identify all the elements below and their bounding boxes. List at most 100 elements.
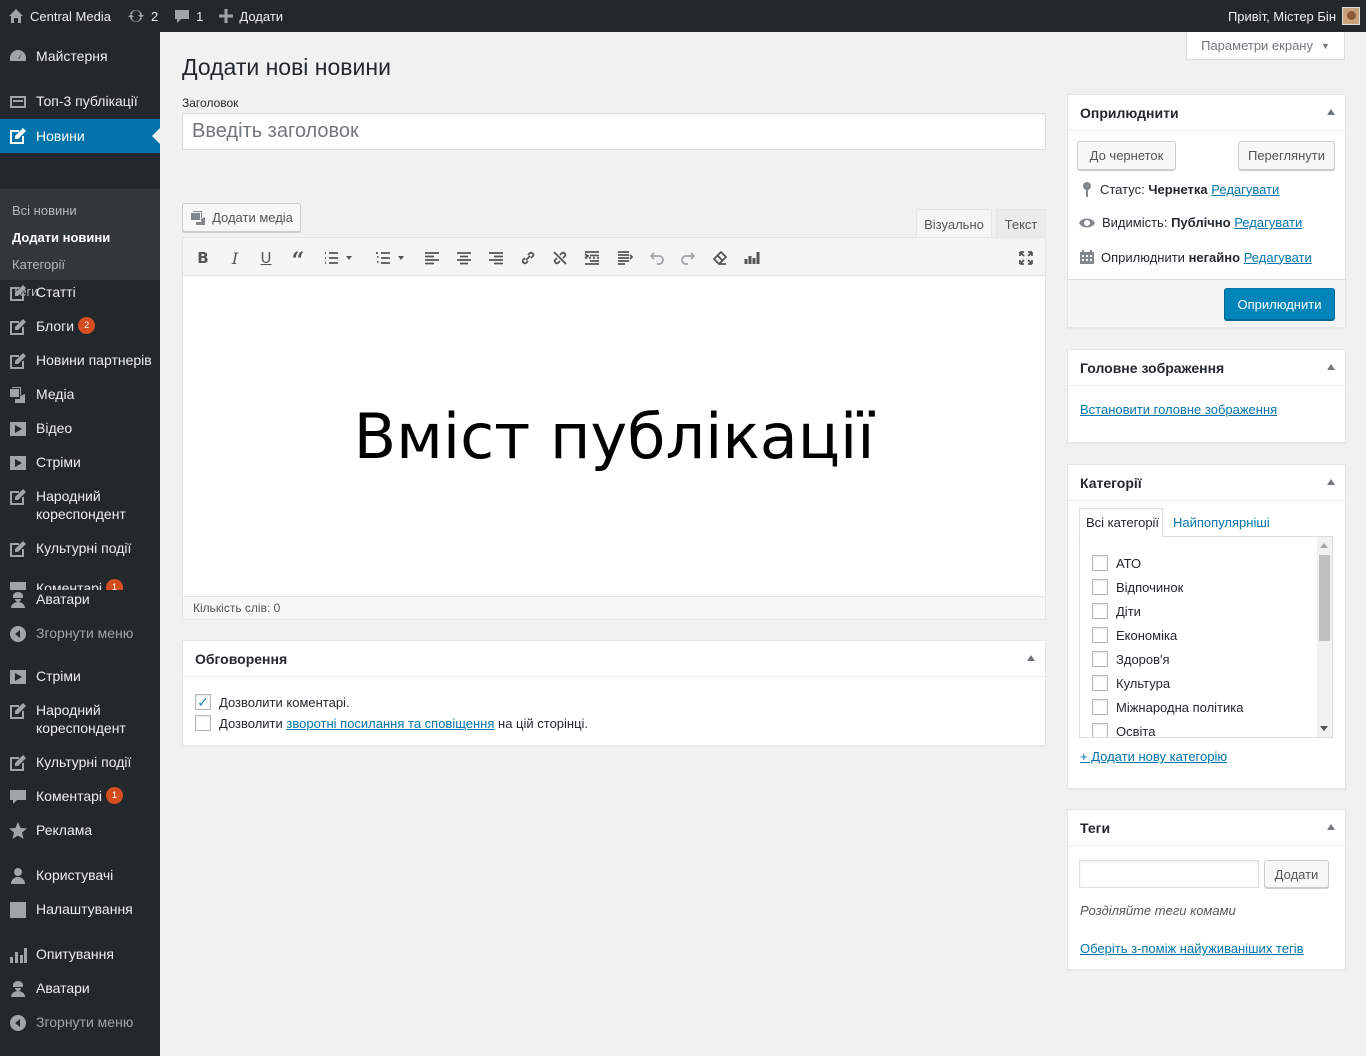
sidebar-item[interactable]: Народний кореспондент (0, 701, 160, 737)
scroll-up-icon[interactable] (1320, 543, 1328, 548)
sidebar-item[interactable]: Медіа (0, 385, 160, 405)
category-item[interactable]: Культура (1092, 675, 1170, 691)
sidebar-item[interactable]: Блоги 2 (0, 317, 160, 337)
category-item[interactable]: Освіта (1092, 723, 1155, 737)
toolbar-toggle-button[interactable] (614, 247, 636, 269)
collapse-arrow-icon[interactable] (1027, 655, 1035, 661)
italic-button[interactable]: I (224, 247, 246, 269)
collapse-arrow-icon[interactable] (1327, 479, 1335, 485)
sidebar-item[interactable]: Новини партнерів (0, 351, 160, 371)
sidebar-item[interactable]: Аватари (0, 590, 160, 610)
category-checkbox[interactable] (1092, 555, 1108, 571)
tab-all-categories[interactable]: Всі категорії (1079, 508, 1163, 537)
collapse-arrow-icon[interactable] (1327, 109, 1335, 115)
sidebar-item[interactable]: Опитування (0, 945, 160, 965)
sidebar-item[interactable]: Аватари (0, 979, 160, 999)
sidebar-item[interactable]: Коментарі 1 (0, 787, 160, 807)
category-item[interactable]: Міжнародна політика (1092, 699, 1243, 715)
post-title-input[interactable] (182, 113, 1046, 150)
screen-options-button[interactable]: Параметри екрану ▼ (1186, 32, 1345, 60)
site-home-link[interactable]: Central Media (0, 0, 119, 32)
redo-button[interactable] (677, 247, 699, 269)
scroll-down-icon[interactable] (1320, 726, 1328, 731)
align-right-button[interactable] (485, 247, 507, 269)
set-featured-image-link[interactable]: Встановити головне зображення (1080, 402, 1277, 417)
sidebar-item[interactable]: Реклама (0, 821, 160, 841)
tab-popular-categories[interactable]: Найпопулярніші (1167, 508, 1276, 537)
my-account[interactable]: Привіт, Містер Бін (1228, 7, 1366, 25)
category-checkbox[interactable] (1092, 675, 1108, 691)
editor-content-area[interactable]: Вміст публікації (183, 276, 1045, 596)
sidebar-item[interactable]: Згорнути меню (0, 1013, 160, 1033)
edit-schedule-link[interactable]: Редагувати (1244, 250, 1312, 265)
sidebar-item[interactable]: Народний кореспондент (0, 487, 160, 523)
sidebar-item[interactable]: Топ-3 публікації (0, 92, 160, 112)
tags-header[interactable]: Теги (1068, 810, 1345, 846)
updates-link[interactable]: 2 (119, 0, 166, 32)
sidebar-item[interactable]: Новини (0, 119, 160, 153)
submenu-all-news[interactable]: Всі новини (12, 203, 77, 218)
category-item[interactable]: АТО (1092, 555, 1141, 571)
collapse-arrow-icon[interactable] (1327, 824, 1335, 830)
scrollbar-thumb[interactable] (1319, 555, 1330, 641)
insert-link-button[interactable] (517, 247, 539, 269)
edit-status-link[interactable]: Редагувати (1211, 182, 1279, 197)
sidebar-item[interactable]: Згорнути меню (0, 624, 160, 644)
sidebar-item[interactable]: Статті (0, 283, 160, 303)
publish-button[interactable]: Оприлюднити (1224, 288, 1335, 320)
collapse-arrow-icon[interactable] (1327, 364, 1335, 370)
preview-button[interactable]: Переглянути (1238, 141, 1335, 170)
choose-tags-link[interactable]: Оберіть з-поміж найуживаніших тегів (1080, 941, 1304, 956)
category-item[interactable]: Здоров'я (1092, 651, 1170, 667)
bold-button[interactable]: B (192, 247, 214, 269)
clear-formatting-button[interactable] (709, 247, 731, 269)
undo-button[interactable] (646, 247, 668, 269)
sidebar-item[interactable]: Майстерня (0, 47, 160, 67)
tag-input[interactable] (1079, 860, 1259, 888)
allow-trackbacks-checkbox[interactable] (195, 715, 211, 731)
trackbacks-link[interactable]: зворотні посилання та сповіщення (286, 716, 494, 731)
add-media-button[interactable]: Додати медіа (182, 203, 301, 232)
publish-header[interactable]: Оприлюднити (1068, 95, 1345, 131)
tab-text[interactable]: Текст (996, 209, 1046, 238)
category-item[interactable]: Відпочинок (1092, 579, 1183, 595)
insert-more-button[interactable] (581, 247, 603, 269)
category-checkbox[interactable] (1092, 723, 1108, 737)
submenu-add-news[interactable]: Додати новини (12, 230, 110, 245)
add-tag-button[interactable]: Додати (1264, 860, 1329, 888)
submenu-categories[interactable]: Категорії (12, 257, 65, 272)
comments-link[interactable]: 1 (166, 0, 211, 32)
featured-image-header[interactable]: Головне зображення (1068, 350, 1345, 386)
blockquote-button[interactable]: “ (287, 247, 309, 272)
numbered-list-button[interactable] (372, 247, 410, 269)
category-checkbox[interactable] (1092, 651, 1108, 667)
category-checkbox[interactable] (1092, 627, 1108, 643)
category-checkbox[interactable] (1092, 699, 1108, 715)
bullet-list-button[interactable] (320, 247, 358, 269)
new-content-link[interactable]: Додати (211, 0, 291, 32)
tab-visual[interactable]: Візуально (916, 209, 992, 238)
underline-button[interactable]: U (255, 247, 277, 269)
sidebar-item[interactable]: Стріми (0, 453, 160, 473)
category-scrollbar[interactable] (1317, 537, 1332, 737)
categories-header[interactable]: Категорії (1068, 465, 1345, 501)
sidebar-item[interactable]: Культурні події (0, 539, 160, 559)
discussion-header[interactable]: Обговорення (183, 641, 1045, 677)
sidebar-item[interactable]: Стріми (0, 667, 160, 687)
sidebar-item[interactable]: Коментарі 1 (0, 579, 160, 590)
sidebar-item[interactable]: Користувачі (0, 866, 160, 886)
sidebar-item[interactable]: Відео (0, 419, 160, 439)
allow-comments-checkbox[interactable] (195, 694, 211, 710)
align-left-button[interactable] (421, 247, 443, 269)
category-checkbox[interactable] (1092, 579, 1108, 595)
chart-button[interactable] (741, 247, 763, 269)
fullscreen-button[interactable] (1015, 247, 1037, 269)
edit-visibility-link[interactable]: Редагувати (1234, 215, 1302, 230)
sidebar-item[interactable]: Налаштування (0, 900, 160, 920)
category-checklist[interactable]: АТО Відпочинок Діти Економіка Здоров'я К… (1079, 536, 1333, 738)
unlink-button[interactable] (549, 247, 571, 269)
align-center-button[interactable] (453, 247, 475, 269)
sidebar-item[interactable]: Культурні події (0, 753, 160, 773)
save-draft-button[interactable]: До чернеток (1077, 141, 1176, 170)
category-checkbox[interactable] (1092, 603, 1108, 619)
